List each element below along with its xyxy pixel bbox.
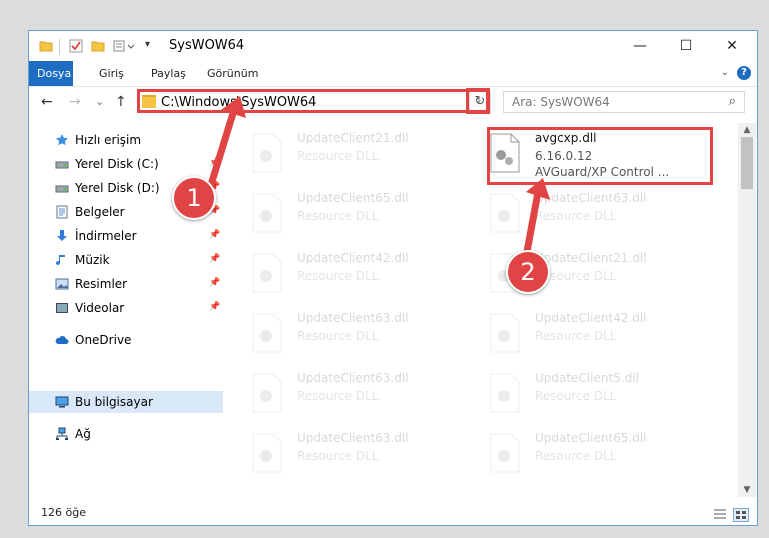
annotation-arrows	[206, 96, 550, 272]
step-2-badge: 2	[506, 250, 550, 294]
step-1-badge: 1	[172, 176, 216, 220]
